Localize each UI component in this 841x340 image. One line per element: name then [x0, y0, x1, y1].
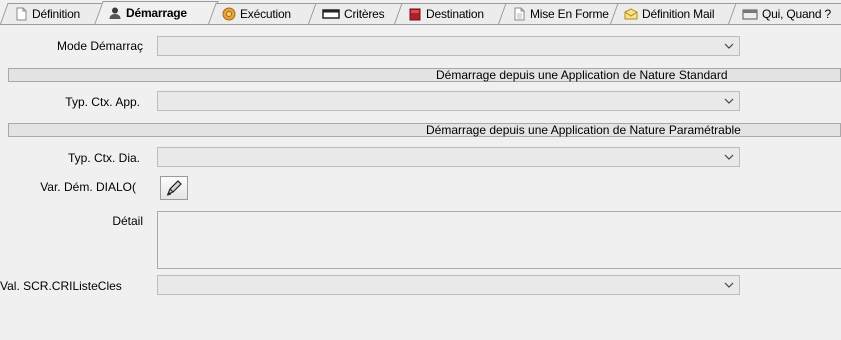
book-icon — [409, 8, 421, 20]
typ-ctx-dia-select[interactable] — [157, 147, 740, 167]
tab-label: Démarrage — [126, 6, 187, 20]
envelope-icon — [624, 7, 638, 19]
val-scr-select[interactable] — [157, 275, 740, 295]
tab-label: Définition — [32, 6, 81, 21]
tab-definition[interactable]: Définition — [0, 3, 94, 24]
detail-label: Détail — [112, 214, 143, 228]
tab-baseline — [0, 24, 841, 25]
section-parametrable-title: Démarrage depuis une Application de Natu… — [426, 123, 741, 137]
var-dem-dialog-label: Var. Dém. DIALO( — [40, 180, 136, 194]
val-scr-label: Val. SCR.CRIListeCles — [0, 279, 122, 293]
chevron-down-icon[interactable] — [719, 37, 739, 55]
tab-label: Mise En Forme — [530, 6, 609, 21]
section-parametrable-header: Démarrage depuis une Application de Natu… — [8, 123, 841, 137]
detail-textarea[interactable] — [157, 211, 841, 269]
tab-label: Exécution — [240, 6, 291, 21]
typ-ctx-app-select[interactable] — [157, 91, 740, 111]
tab-criteres[interactable]: Critères — [308, 3, 394, 24]
mode-demarrage-select[interactable] — [157, 36, 740, 56]
chevron-down-icon[interactable] — [719, 92, 739, 110]
edit-pen-icon — [166, 180, 182, 196]
calendar-icon — [742, 9, 758, 19]
chevron-down-icon[interactable] — [719, 148, 739, 166]
typ-ctx-app-label: Typ. Ctx. App. — [65, 95, 140, 109]
tab-execution[interactable]: Exécution — [208, 3, 308, 24]
tab-definition-mail[interactable]: Définition Mail — [610, 3, 728, 24]
tab-destination[interactable]: Destination — [394, 3, 498, 24]
section-standard-title: Démarrage depuis une Application de Natu… — [436, 68, 728, 82]
chevron-down-icon[interactable] — [719, 276, 739, 294]
tab-strip: Définition Démarrage Exécution Critères … — [0, 0, 841, 25]
rectangle-icon — [322, 8, 340, 19]
document-icon — [16, 7, 27, 20]
section-standard-header: Démarrage depuis une Application de Natu… — [8, 68, 841, 82]
gear-icon — [222, 7, 236, 20]
document-icon — [514, 7, 525, 20]
typ-ctx-dia-label: Typ. Ctx. Dia. — [67, 151, 140, 165]
var-dem-dialog-button[interactable] — [160, 176, 188, 200]
tab-label: Définition Mail — [642, 6, 715, 21]
tab-label: Critères — [344, 6, 385, 21]
tab-mise-en-forme[interactable]: Mise En Forme — [498, 3, 610, 24]
tab-label: Qui, Quand ? — [762, 6, 831, 21]
user-icon — [109, 7, 121, 19]
mode-demarrage-label: Mode Démarraç — [56, 39, 143, 53]
tab-qui-quand[interactable]: Qui, Quand ? — [728, 3, 841, 24]
tab-label: Destination — [426, 6, 484, 21]
tab-demarrage[interactable]: Démarrage — [94, 1, 208, 25]
